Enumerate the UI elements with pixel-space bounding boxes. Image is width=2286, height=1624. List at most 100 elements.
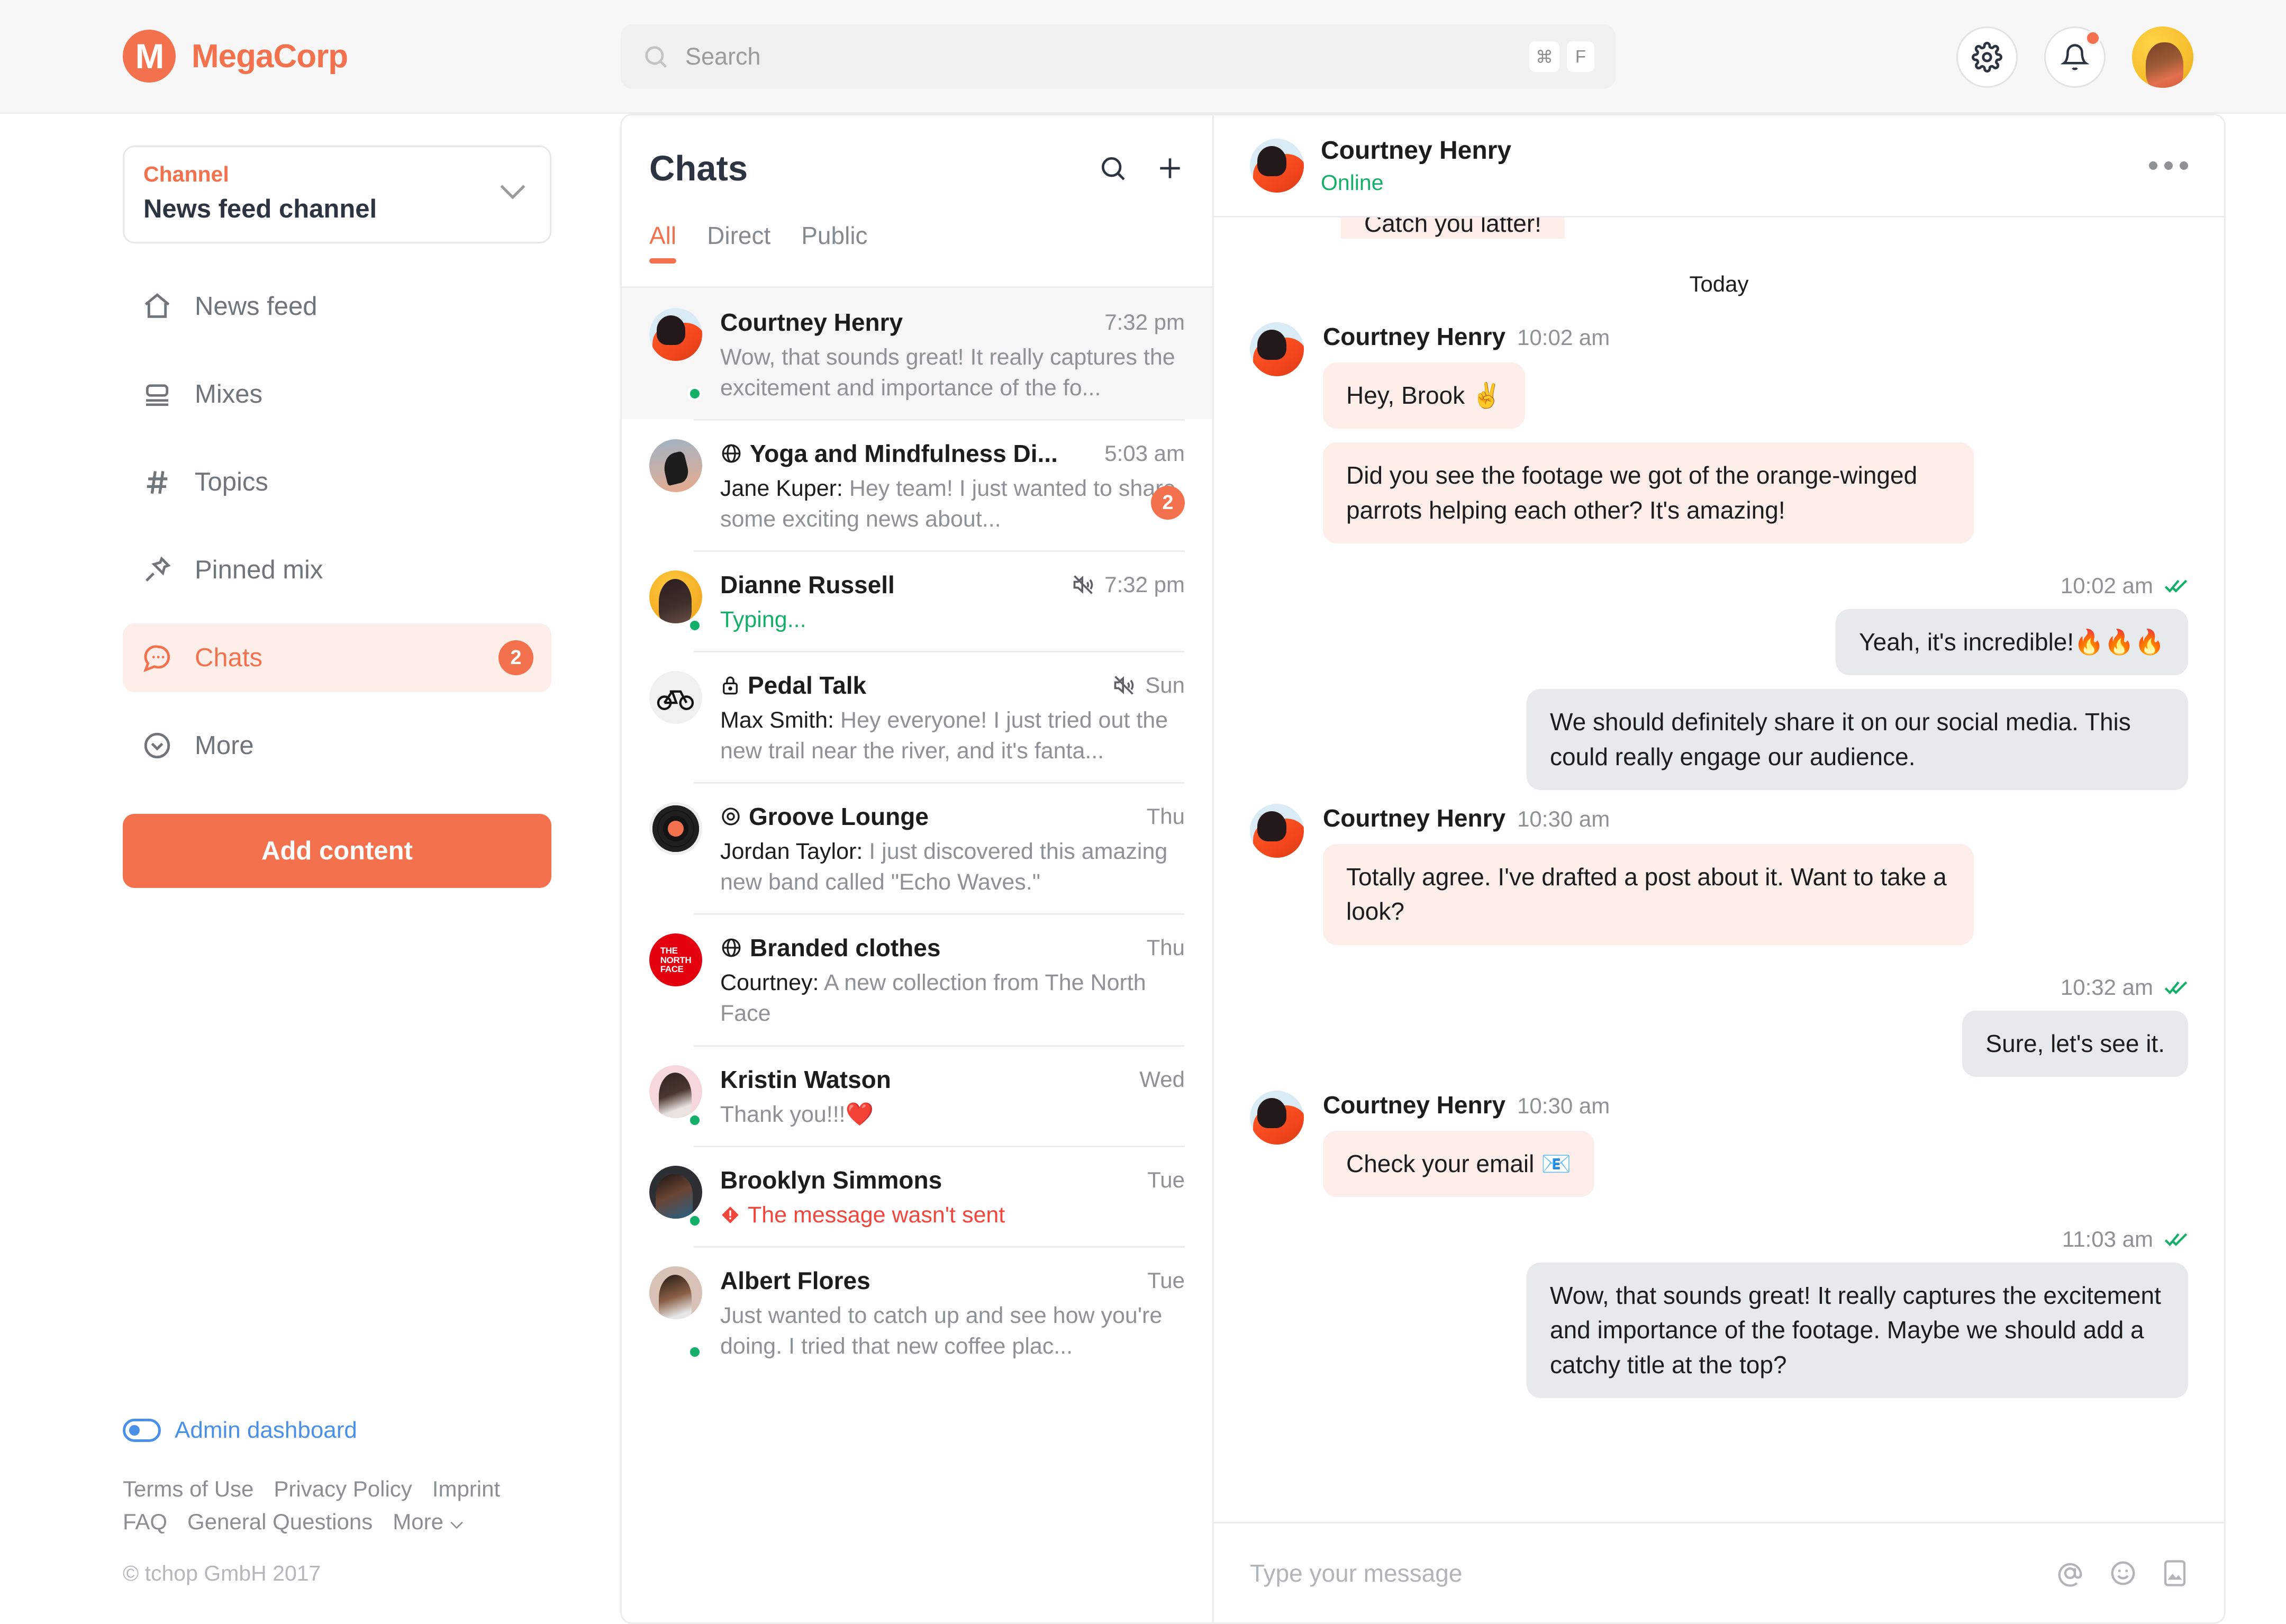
message-bubble[interactable]: Totally agree. I've drafted a post about… <box>1323 843 1974 945</box>
search-input[interactable]: Search <box>685 43 1529 70</box>
dot <box>2164 161 2173 170</box>
avatar <box>649 802 702 897</box>
channel-selector[interactable]: Channel News feed channel <box>123 146 551 243</box>
avatar-image <box>649 802 702 856</box>
chat-time: Wed <box>1139 1066 1185 1092</box>
footer-link-general-questions[interactable]: General Questions <box>187 1509 373 1535</box>
sidebar-item-chats[interactable]: Chats 2 <box>123 623 551 692</box>
chat-name: Branded clothes <box>750 934 941 962</box>
chat-list-item-yoga-and-mindfulness[interactable]: Yoga and Mindfulness Di... 5:03 am Jane … <box>622 419 1212 550</box>
conversation-title: Courtney Henry <box>1321 137 1512 165</box>
pin-icon <box>141 554 174 586</box>
vinyl-record-icon <box>652 805 699 852</box>
chat-preview: Jane Kuper: Hey team! I just wanted to s… <box>720 473 1185 534</box>
chat-bubble-icon <box>141 641 174 674</box>
message-bubble[interactable]: Check your email 📧 <box>1323 1130 1595 1197</box>
notifications-button[interactable] <box>2044 26 2106 88</box>
footer-link-imprint[interactable]: Imprint <box>432 1476 500 1502</box>
sidebar-item-more[interactable]: More <box>123 711 551 780</box>
chat-preview: Courtney: A new collection from The Nort… <box>720 967 1185 1029</box>
chat-time: Sun <box>1145 673 1185 698</box>
chat-preview: Typing... <box>720 607 806 633</box>
footer-link-privacy[interactable]: Privacy Policy <box>274 1476 412 1502</box>
chat-list-item-dianne-russell[interactable]: Dianne Russell 7:32 pm Typing... <box>622 550 1212 651</box>
chat-list-item-albert-flores[interactable]: Albert Flores Tue Just wanted to catch u… <box>622 1246 1212 1377</box>
image-icon[interactable] <box>2162 1559 2188 1587</box>
message-bubble[interactable]: Sure, let's see it. <box>1962 1010 2188 1077</box>
search-bar[interactable]: Search ⌘ F <box>621 24 1616 89</box>
message-list[interactable]: Catch you latter! Today Courtney Henry 1… <box>1214 217 2224 1522</box>
add-content-button[interactable]: Add content <box>123 814 551 888</box>
sidebar-item-label: More <box>195 731 254 760</box>
emoji-icon[interactable] <box>2109 1559 2137 1587</box>
message-bubble[interactable]: Did you see the footage we got of the or… <box>1323 442 1974 543</box>
notification-badge-dot <box>2085 30 2101 46</box>
avatar-image <box>1250 322 1304 376</box>
message-time: 10:32 am <box>2060 974 2153 1000</box>
chat-list-item-groove-lounge[interactable]: Groove Lounge Thu Jordan Taylor: I just … <box>622 782 1212 913</box>
tab-public[interactable]: Public <box>801 221 867 264</box>
footer-link-more[interactable]: More <box>393 1509 463 1535</box>
message-bubble[interactable]: Hey, Brook ✌️ <box>1323 362 1526 429</box>
avatar <box>649 671 702 766</box>
brand-logo-group[interactable]: M MegaCorp <box>123 30 348 83</box>
chat-name: Groove Lounge <box>749 803 929 831</box>
chat-preview-sender: Jane Kuper: <box>720 476 843 502</box>
admin-toggle[interactable] <box>123 1419 161 1442</box>
avatar <box>649 308 702 403</box>
message-receipt: 11:03 am <box>2062 1227 2188 1252</box>
sidebar-item-mixes[interactable]: Mixes <box>123 360 551 429</box>
chat-list-item-pedal-talk[interactable]: Pedal Talk Sun Max Smith: Hey everyone! … <box>622 651 1212 782</box>
chat-time: Tue <box>1147 1167 1185 1192</box>
message-time: 11:03 am <box>2062 1227 2153 1252</box>
chat-list-title: Chats <box>649 148 748 188</box>
message-input[interactable]: Type your message <box>1250 1559 2031 1587</box>
footer-link-more-label: More <box>393 1509 443 1534</box>
conversation-more-button[interactable] <box>2149 161 2188 170</box>
message-bubble[interactable]: We should definitely share it on our soc… <box>1527 689 2188 790</box>
avatar-image[interactable] <box>1250 139 1304 193</box>
chat-list-scroll[interactable]: Courtney Henry 7:32 pm Wow, that sounds … <box>622 288 1212 1622</box>
bell-icon <box>2061 44 2089 70</box>
sidebar-item-news-feed[interactable]: News feed <box>123 272 551 341</box>
message-group-incoming: Courtney Henry 10:30 am Totally agree. I… <box>1250 803 2188 959</box>
footer-link-faq[interactable]: FAQ <box>123 1509 167 1535</box>
footer-link-terms[interactable]: Terms of Use <box>123 1476 253 1502</box>
chat-list-item-kristin-watson[interactable]: Kristin Watson Wed Thank you!!!❤️ <box>622 1045 1212 1146</box>
sidebar-item-pinned-mix[interactable]: Pinned mix <box>123 536 551 604</box>
copyright-text: © tchop GmbH 2017 <box>123 1561 321 1585</box>
mention-icon[interactable] <box>2056 1559 2084 1587</box>
message-group-incoming: Courtney Henry 10:30 am Check your email… <box>1250 1090 2188 1211</box>
chat-list-actions <box>1098 153 1185 183</box>
search-icon[interactable] <box>1098 153 1128 183</box>
chat-list-panel: Chats All Direct Public Courtney Henry 7… <box>620 114 1214 1624</box>
top-actions <box>1956 26 2193 88</box>
admin-dashboard-row[interactable]: Admin dashboard <box>123 1417 588 1444</box>
tab-all[interactable]: All <box>649 221 677 264</box>
chat-preview: Thank you!!!❤️ <box>720 1101 874 1127</box>
message-composer: Type your message <box>1214 1522 2224 1622</box>
plus-icon[interactable] <box>1155 153 1185 183</box>
sidebar-item-topics[interactable]: Topics <box>123 448 551 516</box>
online-status-dot <box>687 1112 702 1128</box>
chat-preview-sender: Max Smith: <box>720 707 834 733</box>
message-bubble[interactable]: Wow, that sounds great! It really captur… <box>1527 1263 2188 1399</box>
chevron-down-icon <box>500 185 525 199</box>
double-check-icon <box>2164 981 2188 994</box>
home-icon <box>141 290 174 323</box>
tab-direct[interactable]: Direct <box>707 221 770 264</box>
conversation-panel: Courtney Henry Online Catch you latter! … <box>1214 114 2226 1624</box>
chat-list-item-brooklyn-simmons[interactable]: Brooklyn Simmons Tue The message wasn't … <box>622 1145 1212 1246</box>
chat-list-item-branded-clothes[interactable]: THE NORTH FACE Branded clothes Thu Court… <box>622 913 1212 1045</box>
chat-preview: The message wasn't sent <box>720 1200 1185 1230</box>
chat-name: Kristin Watson <box>720 1065 891 1093</box>
chat-list-item-courtney-henry[interactable]: Courtney Henry 7:32 pm Wow, that sounds … <box>622 288 1212 420</box>
avatar-image <box>1250 803 1304 858</box>
chevron-down-icon <box>450 1521 463 1529</box>
user-avatar[interactable] <box>2132 26 2193 88</box>
message-bubble[interactable]: Yeah, it's incredible!🔥🔥🔥 <box>1836 609 2188 676</box>
settings-button[interactable] <box>1956 26 2018 88</box>
avatar <box>1250 322 1304 557</box>
message-receipt: 10:02 am <box>2061 573 2188 598</box>
admin-dashboard-link[interactable]: Admin dashboard <box>175 1417 357 1444</box>
